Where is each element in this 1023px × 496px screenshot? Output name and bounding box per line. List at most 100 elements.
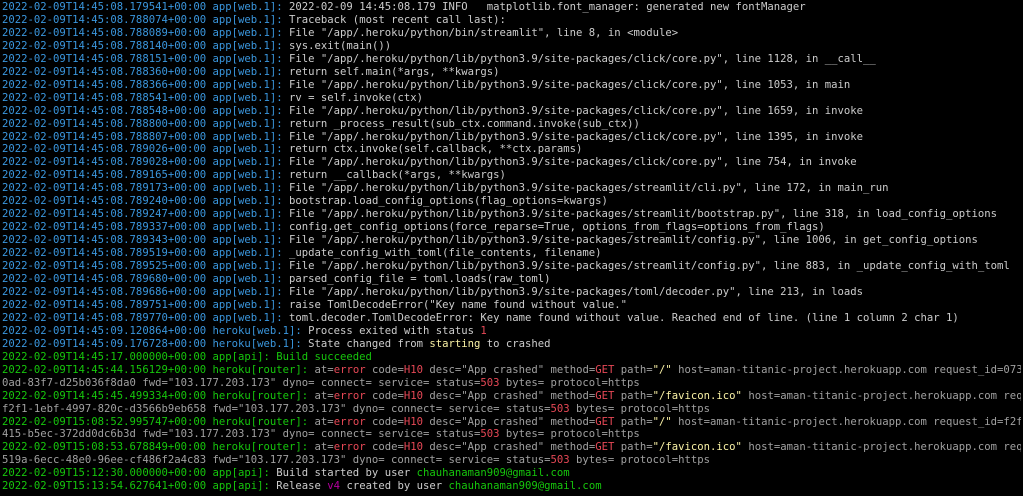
log-line: 2022-02-09T14:45:08.788360+00:00 app[web…	[2, 66, 1021, 79]
log-message-segment: File "/app/.heroku/python/lib/python3.9/…	[289, 208, 997, 221]
log-timestamp: 2022-02-09T14:45:09.176728+00:00	[2, 337, 213, 350]
log-source: app[web.1]:	[212, 234, 290, 247]
log-line: 2022-02-09T14:45:08.789165+00:00 app[web…	[2, 169, 1021, 182]
log-source: app[web.1]:	[212, 39, 290, 52]
log-timestamp: 2022-02-09T14:45:08.789165+00:00	[2, 169, 213, 182]
log-timestamp: 2022-02-09T14:45:08.789519+00:00	[2, 247, 213, 260]
log-source: app[web.1]:	[212, 221, 290, 234]
log-timestamp: 2022-02-09T14:45:08.788541+00:00	[2, 91, 213, 104]
log-message-segment: host=aman-titanic-project.herokuapp.com …	[748, 389, 1021, 402]
log-source: app[web.1]:	[212, 273, 290, 286]
log-message-segment: 503	[550, 402, 570, 415]
log-message-segment: 503	[550, 454, 570, 467]
log-source: app[web.1]:	[212, 247, 290, 260]
log-line: 2022-02-09T14:45:08.788548+00:00 app[web…	[2, 105, 1021, 118]
log-timestamp: 2022-02-09T14:45:08.789247+00:00	[2, 208, 213, 221]
log-line: 2022-02-09T14:45:08.789686+00:00 app[web…	[2, 286, 1021, 299]
log-message-segment: starting	[429, 337, 481, 350]
log-message-segment: path=	[614, 441, 653, 454]
log-line: 2022-02-09T14:45:17.000000+00:00 app[api…	[2, 351, 1021, 364]
log-timestamp: 2022-02-09T14:45:08.788360+00:00	[2, 65, 213, 78]
log-timestamp: 2022-02-09T14:45:08.788800+00:00	[2, 117, 213, 130]
log-line: 2022-02-09T14:45:08.179541+00:00 app[web…	[2, 1, 1021, 14]
log-line: 2022-02-09T14:45:08.788800+00:00 app[web…	[2, 118, 1021, 131]
log-source: app[web.1]:	[212, 208, 290, 221]
log-message-segment: File "/app/.heroku/python/bin/streamlit"…	[289, 26, 679, 39]
log-message-segment: v4	[327, 480, 341, 493]
log-source: app[api]:	[212, 480, 277, 493]
log-source: heroku[router]:	[212, 389, 315, 402]
log-source: app[web.1]:	[212, 78, 290, 91]
log-timestamp: 2022-02-09T14:45:08.789026+00:00	[2, 143, 213, 156]
log-message-segment: GET	[595, 389, 615, 402]
log-message-segment: return ctx.invoke(self.callback, **ctx.p…	[289, 143, 583, 156]
log-message-segment: error	[333, 363, 366, 376]
log-timestamp: 2022-02-09T14:45:08.789751+00:00	[2, 298, 213, 311]
log-message-segment: Process exited with status	[308, 324, 481, 337]
log-source: app[web.1]:	[212, 169, 290, 182]
log-source: heroku[web.1]:	[212, 324, 309, 337]
log-source: app[web.1]:	[212, 104, 290, 117]
log-message-segment: error	[333, 441, 366, 454]
log-line: 2022-02-09T14:45:08.788074+00:00 app[web…	[2, 14, 1021, 27]
log-message-segment: bootstrap.load_config_options(flag_optio…	[289, 195, 608, 208]
log-source: app[web.1]:	[212, 13, 290, 26]
log-line: 2022-02-09T14:45:08.789519+00:00 app[web…	[2, 247, 1021, 260]
log-line: 2022-02-09T14:45:08.788140+00:00 app[web…	[2, 40, 1021, 53]
log-line: 2022-02-09T14:45:08.789525+00:00 app[web…	[2, 260, 1021, 273]
log-timestamp: 2022-02-09T14:45:08.788089+00:00	[2, 26, 213, 39]
log-message-segment: f2f1-1ebf-4997-820c-d3566b9eb658 fwd="10…	[2, 402, 551, 415]
log-message-segment: host=aman-titanic-project.herokuapp.com …	[678, 363, 1021, 376]
log-timestamp: 2022-02-09T15:08:52.995747+00:00	[2, 415, 213, 428]
log-line: 2022-02-09T14:45:08.789028+00:00 app[web…	[2, 156, 1021, 169]
log-timestamp: 2022-02-09T14:45:08.788548+00:00	[2, 104, 213, 117]
log-source: app[api]:	[212, 350, 277, 363]
log-message-segment: File "/app/.heroku/python/lib/python3.9/…	[289, 52, 876, 65]
log-message-segment: at=	[314, 389, 334, 402]
log-message-segment: H10	[403, 415, 423, 428]
log-source: heroku[router]:	[212, 415, 315, 428]
log-message-segment: "/"	[652, 363, 672, 376]
log-message-segment: desc="App crashed" method=	[423, 389, 596, 402]
log-message-segment: "/"	[652, 415, 672, 428]
log-source: app[web.1]:	[212, 52, 290, 65]
log-message-segment: return __callback(*args, **kwargs)	[289, 169, 506, 182]
log-message-segment: "/favicon.ico"	[652, 389, 742, 402]
log-message-segment: 0ad-83f7-d25b036f8da0 fwd="103.177.203.1…	[2, 376, 481, 389]
log-line: 2022-02-09T14:45:08.789173+00:00 app[web…	[2, 182, 1021, 195]
log-message-segment: bytes= protocol=https	[499, 376, 640, 389]
log-line: 2022-02-09T14:45:08.789240+00:00 app[web…	[2, 195, 1021, 208]
log-message-segment: config.get_config_options(force_reparse=…	[289, 221, 825, 234]
log-line: 2022-02-09T14:45:09.120864+00:00 heroku[…	[2, 325, 1021, 338]
log-source: heroku[router]:	[212, 363, 315, 376]
log-source: app[api]:	[212, 467, 277, 480]
log-line: 2022-02-09T14:45:08.789026+00:00 app[web…	[2, 143, 1021, 156]
log-line: 2022-02-09T14:45:08.789247+00:00 app[web…	[2, 208, 1021, 221]
log-message-segment: File "/app/.heroku/python/lib/python3.9/…	[289, 78, 851, 91]
log-message-segment: bytes= protocol=https	[569, 402, 710, 415]
log-line: 2022-02-09T14:45:08.788089+00:00 app[web…	[2, 27, 1021, 40]
log-message-segment: Release	[276, 480, 328, 493]
log-line: 2022-02-09T14:45:44.156129+00:00 heroku[…	[2, 364, 1021, 377]
log-message-segment: chauhanaman909@gmail.com	[416, 467, 570, 480]
log-line: 2022-02-09T14:45:08.788807+00:00 app[web…	[2, 131, 1021, 144]
log-message-segment: chauhanaman909@gmail.com	[448, 480, 602, 493]
log-message-segment: desc="App crashed" method=	[423, 415, 596, 428]
log-line: 519a-6ecc-48e0-96ee-cf486f2a4c83 fwd="10…	[2, 454, 1021, 467]
log-message-segment: code=	[365, 363, 404, 376]
log-line: 0ad-83f7-d25b036f8da0 fwd="103.177.203.1…	[2, 377, 1021, 390]
log-message-segment: sys.exit(main())	[289, 39, 392, 52]
log-message-segment: 415-b5ec-372dd0dc6b3d fwd="103.177.203.1…	[2, 428, 481, 441]
log-message-segment: "/favicon.ico"	[652, 441, 742, 454]
log-message-segment: return self.main(*args, **kwargs)	[289, 65, 500, 78]
log-line: 2022-02-09T15:12:30.000000+00:00 app[api…	[2, 467, 1021, 480]
log-timestamp: 2022-02-09T14:45:44.156129+00:00	[2, 363, 213, 376]
terminal-log-output[interactable]: 2022-02-09T14:45:08.179541+00:00 app[web…	[0, 0, 1023, 496]
log-line: 2022-02-09T14:45:08.789751+00:00 app[web…	[2, 299, 1021, 312]
log-message-segment: File "/app/.heroku/python/lib/python3.9/…	[289, 234, 978, 247]
log-message-segment: File "/app/.heroku/python/lib/python3.9/…	[289, 104, 864, 117]
log-timestamp: 2022-02-09T14:45:08.789028+00:00	[2, 156, 213, 169]
log-source: app[web.1]:	[212, 182, 290, 195]
log-message-segment: code=	[365, 415, 404, 428]
log-line: 2022-02-09T14:45:08.788541+00:00 app[web…	[2, 92, 1021, 105]
